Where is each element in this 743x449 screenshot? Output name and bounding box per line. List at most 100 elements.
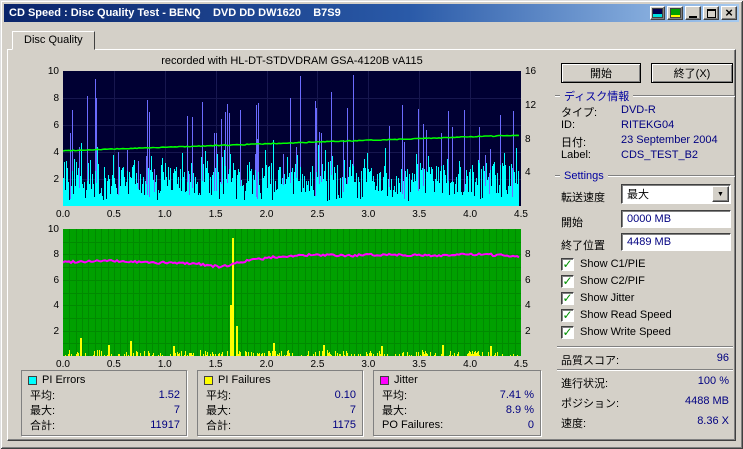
disc-label-label: Label: bbox=[561, 149, 591, 161]
pi-failures-legend-title: PI Failures bbox=[218, 374, 271, 386]
separator bbox=[557, 346, 733, 348]
start-button[interactable]: 開始 bbox=[561, 63, 641, 83]
checkrow: ✓ Show Read Speed bbox=[561, 308, 672, 322]
position-label: ポジション: bbox=[561, 398, 620, 410]
exit-button[interactable]: 終了(X) bbox=[651, 63, 733, 83]
y-left-tick-label: 10 bbox=[47, 224, 59, 235]
quality-score-label: 品質スコア: bbox=[561, 355, 620, 367]
y-right-tick-label: 6 bbox=[525, 274, 531, 286]
transfer-speed-label: 転送速度 bbox=[561, 192, 605, 204]
x-tick-label: 2.0 bbox=[259, 209, 274, 220]
mini-quality-chart-icon-button[interactable] bbox=[667, 6, 683, 20]
y-left-tick-label: 8 bbox=[53, 93, 59, 104]
minimize-button[interactable] bbox=[685, 6, 701, 20]
speed-readout-value: 8.36 X bbox=[697, 415, 729, 427]
y-left-tick-label: 6 bbox=[53, 120, 59, 131]
minimize-icon bbox=[689, 15, 697, 18]
x-tick-label: 1.0 bbox=[157, 359, 172, 370]
progress-label: 進行状況: bbox=[561, 378, 609, 390]
maximize-button[interactable] bbox=[703, 6, 719, 20]
stat-row: 平均: 1.52 bbox=[30, 388, 180, 402]
separator bbox=[557, 369, 733, 371]
pi-errors-legend-title: PI Errors bbox=[42, 374, 86, 386]
chevron-down-icon[interactable]: ▼ bbox=[712, 186, 729, 202]
pi-failures-swatch bbox=[204, 375, 213, 385]
mini-error-chart-icon bbox=[652, 8, 663, 18]
pi-errors-legend-box: PI Errors 平均: 1.52 最大: 7 合計: 11917 bbox=[21, 370, 187, 436]
progress-value: 100 % bbox=[697, 375, 729, 387]
disc-type-value: DVD-R bbox=[621, 104, 656, 116]
y-right-tick-label: 4 bbox=[525, 300, 531, 312]
speed-readout-label: 速度: bbox=[561, 418, 587, 430]
disc-id-label: ID: bbox=[561, 119, 576, 131]
start-position-field[interactable] bbox=[621, 210, 731, 228]
show-c1-pie-checkbox[interactable]: ✓ bbox=[561, 257, 574, 271]
x-tick-label: 1.0 bbox=[157, 209, 172, 220]
check-icon: ✓ bbox=[562, 308, 573, 322]
titlebar[interactable]: CD Speed : Disc Quality Test - BENQ DVD … bbox=[4, 4, 739, 22]
window-title: CD Speed : Disc Quality Test - BENQ DVD … bbox=[9, 7, 341, 19]
check-icon: ✓ bbox=[562, 291, 573, 305]
stat-row: 平均: 7.41 % bbox=[382, 388, 534, 402]
jitter-legend-title: Jitter bbox=[394, 374, 418, 386]
show-read-speed-checkbox[interactable]: ✓ bbox=[561, 308, 574, 322]
x-tick-label: 4.5 bbox=[514, 359, 528, 370]
disc-info-group-header: ディスク情報 bbox=[555, 90, 735, 103]
disc-type-label: タイプ: bbox=[561, 107, 598, 119]
maximize-icon bbox=[706, 8, 716, 18]
x-tick-label: 3.5 bbox=[412, 209, 427, 220]
stat-row: 最大: 7 bbox=[206, 403, 356, 417]
jitter-swatch bbox=[380, 375, 389, 385]
x-tick-label: 2.5 bbox=[310, 359, 325, 370]
disc-id-value: RITEKG04 bbox=[621, 119, 675, 131]
y-left-tick-label: 8 bbox=[53, 249, 59, 261]
jitter-legend-box: Jitter 平均: 7.41 % 最大: 8.9 % PO Failures:… bbox=[373, 370, 541, 436]
y-right-tick-label: 16 bbox=[525, 66, 537, 77]
disc-quality-tab-page: recorded with HL-DT-STDVDRAM GSA-4120B v… bbox=[7, 49, 736, 441]
x-tick-label: 4.5 bbox=[514, 209, 528, 220]
x-tick-label: 1.5 bbox=[208, 209, 223, 220]
end-position-label: 終了位置 bbox=[561, 240, 605, 252]
close-button[interactable]: × bbox=[721, 6, 737, 20]
pi-errors-swatch bbox=[28, 375, 37, 385]
start-position-label: 開始 bbox=[561, 217, 583, 229]
x-tick-label: 0.0 bbox=[56, 209, 70, 220]
x-tick-label: 0.0 bbox=[56, 359, 70, 370]
show-write-speed-label[interactable]: Show Write Speed bbox=[580, 326, 671, 338]
x-tick-label: 2.5 bbox=[310, 209, 325, 220]
app-window: CD Speed : Disc Quality Test - BENQ DVD … bbox=[0, 0, 743, 449]
disc-date-label: 日付: bbox=[561, 137, 587, 149]
disc-label-value: CDS_TEST_B2 bbox=[621, 149, 699, 161]
show-jitter-checkbox[interactable]: ✓ bbox=[561, 291, 574, 305]
speed-combobox[interactable]: 最大 ▼ bbox=[621, 184, 731, 204]
x-tick-label: 3.0 bbox=[361, 359, 376, 370]
tab-disc-quality[interactable]: Disc Quality bbox=[12, 31, 95, 50]
y-left-tick-label: 2 bbox=[53, 325, 59, 337]
checkrow: ✓ Show Write Speed bbox=[561, 325, 671, 339]
show-c2-pif-label[interactable]: Show C2/PIF bbox=[580, 275, 645, 287]
stat-row: 最大: 7 bbox=[30, 403, 180, 417]
control-panel: 開始 終了(X) ディスク情報 タイプ: DVD-R ID: RITEKG04 … bbox=[553, 50, 737, 442]
mini-error-chart-icon-button[interactable] bbox=[650, 6, 665, 20]
show-c2-pif-checkbox[interactable]: ✓ bbox=[561, 274, 574, 288]
show-jitter-label[interactable]: Show Jitter bbox=[580, 292, 634, 304]
stat-row: 合計: 11917 bbox=[30, 418, 180, 432]
check-icon: ✓ bbox=[562, 325, 573, 339]
x-tick-label: 3.0 bbox=[361, 209, 376, 220]
show-write-speed-checkbox[interactable]: ✓ bbox=[561, 325, 574, 339]
end-position-field[interactable] bbox=[621, 233, 731, 251]
disc-date-value: 23 September 2004 bbox=[621, 134, 718, 146]
stat-row: 最大: 8.9 % bbox=[382, 403, 534, 417]
x-tick-label: 0.5 bbox=[106, 209, 121, 220]
y-left-tick-label: 4 bbox=[53, 147, 59, 158]
x-tick-label: 1.5 bbox=[208, 359, 223, 370]
pi-failures-jitter-chart-canvas bbox=[63, 229, 521, 356]
settings-group-header: Settings bbox=[555, 170, 735, 182]
pi-failures-legend-box: PI Failures 平均: 0.10 最大: 7 合計: 1175 bbox=[197, 370, 363, 436]
check-icon: ✓ bbox=[562, 257, 573, 271]
y-right-tick-label: 4 bbox=[525, 167, 531, 179]
show-c1-pie-label[interactable]: Show C1/PIE bbox=[580, 258, 645, 270]
x-tick-label: 4.0 bbox=[463, 209, 478, 220]
show-read-speed-label[interactable]: Show Read Speed bbox=[580, 309, 672, 321]
check-icon: ✓ bbox=[562, 274, 573, 288]
